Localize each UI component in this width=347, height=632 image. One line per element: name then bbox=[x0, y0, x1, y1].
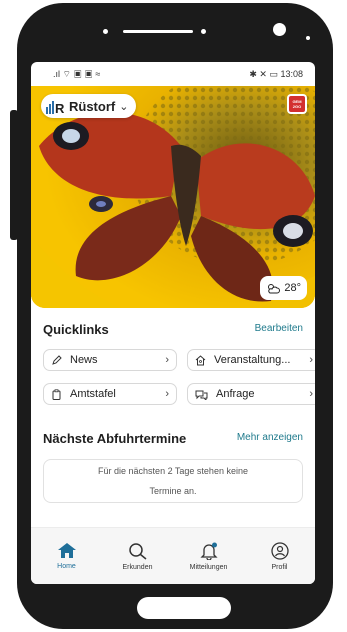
chevron-down-icon: ⌄ bbox=[119, 100, 129, 113]
chevron-right-icon: › bbox=[309, 354, 313, 366]
phone-home-button[interactable] bbox=[137, 597, 231, 619]
notice-line-2: Termine an. bbox=[149, 486, 197, 496]
house-icon bbox=[195, 354, 206, 365]
status-right: ✱ ✕ ▭ 13:08 bbox=[249, 69, 303, 80]
tab-label: Erkunden bbox=[122, 563, 153, 571]
chevron-right-icon: › bbox=[165, 388, 169, 400]
tab-explore[interactable]: Erkunden bbox=[102, 528, 173, 584]
status-bar: .ıl ⌔ ▣ ▣ ≈ ✱ ✕ ▭ 13:08 bbox=[31, 62, 315, 86]
quicklink-notice-board[interactable]: Amtstafel › bbox=[43, 383, 177, 405]
location-selector[interactable]: R Rüstorf ⌄ bbox=[41, 94, 137, 118]
pickup-dates-title: Nächste Abfuhrtermine bbox=[43, 431, 187, 446]
pencil-icon bbox=[52, 354, 62, 365]
quicklinks-title: Quicklinks bbox=[43, 322, 109, 337]
status-time: 13:08 bbox=[280, 68, 303, 79]
tab-label: Mitteilungen bbox=[189, 563, 228, 571]
quicklink-label: Amtstafel bbox=[70, 388, 116, 400]
chevron-right-icon: › bbox=[165, 354, 169, 366]
municipality-logo-icon: R bbox=[46, 101, 65, 115]
pickup-notice-card: Für die nächsten 2 Tage stehen keine Ter… bbox=[43, 459, 303, 503]
show-more-link[interactable]: Mehr anzeigen bbox=[237, 432, 303, 443]
search-icon bbox=[128, 542, 146, 560]
clipboard-icon bbox=[52, 388, 61, 400]
tab-label: Profil bbox=[271, 563, 288, 571]
svg-text:R: R bbox=[55, 101, 65, 115]
quicklink-label: Veranstaltung... bbox=[214, 354, 291, 366]
hero-image: R Rüstorf ⌄ GEM 2GO 28° bbox=[31, 86, 315, 308]
status-left-icons: .ıl ⌔ ▣ ▣ ≈ bbox=[53, 68, 101, 79]
temperature: 28° bbox=[284, 282, 301, 294]
quicklink-request[interactable]: Anfrage › bbox=[187, 383, 315, 405]
profile-icon bbox=[270, 541, 289, 560]
butterfly-on-sunflower-image bbox=[31, 86, 315, 308]
app-screen: .ıl ⌔ ▣ ▣ ≈ ✱ ✕ ▭ 13:08 R Rüstorf ⌄ GEM … bbox=[31, 62, 315, 584]
tab-notifications[interactable]: Mitteilungen bbox=[173, 528, 244, 584]
status-right-icons: ✱ ✕ ▭ bbox=[249, 68, 278, 79]
weather-widget[interactable]: 28° bbox=[260, 276, 307, 300]
bell-icon bbox=[199, 542, 218, 560]
notice-line-1: Für die nächsten 2 Tage stehen keine bbox=[98, 466, 248, 476]
chevron-right-icon: › bbox=[309, 388, 313, 400]
location-name: Rüstorf bbox=[69, 98, 116, 114]
edit-quicklinks-link[interactable]: Bearbeiten bbox=[255, 323, 303, 334]
tab-home[interactable]: Home bbox=[31, 528, 102, 584]
quicklink-events[interactable]: Veranstaltung... › bbox=[187, 349, 315, 371]
quicklink-news[interactable]: News › bbox=[43, 349, 177, 371]
tab-profile[interactable]: Profil bbox=[244, 528, 315, 584]
quicklink-label: Anfrage bbox=[216, 388, 255, 400]
chat-icon bbox=[195, 390, 208, 400]
cloud-sun-icon bbox=[268, 283, 281, 293]
bottom-tab-bar: Home Erkunden Mitteilungen Profil bbox=[31, 527, 315, 584]
quicklink-label: News bbox=[70, 354, 98, 366]
tab-label: Home bbox=[57, 563, 76, 570]
home-icon bbox=[57, 543, 76, 558]
gem2go-badge[interactable]: GEM 2GO bbox=[287, 94, 307, 114]
phone-top-sensors bbox=[17, 23, 333, 40]
gem2go-logo: GEM 2GO bbox=[289, 96, 305, 112]
